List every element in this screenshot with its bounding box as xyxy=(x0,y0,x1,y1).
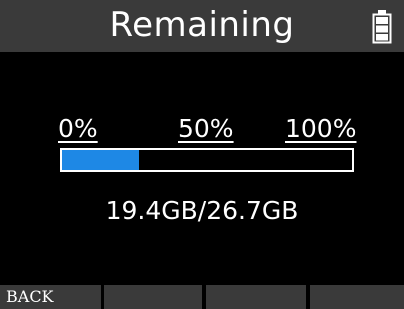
storage-progress-fill xyxy=(62,150,140,170)
scale-label-100: 100% xyxy=(285,114,357,143)
softkey-4[interactable] xyxy=(310,285,404,309)
softkey-2[interactable] xyxy=(104,285,202,309)
progress-scale: 0% 50% 100% xyxy=(56,114,356,146)
page-title: Remaining xyxy=(109,5,295,45)
softkey-3[interactable] xyxy=(206,285,306,309)
storage-usage-text: 19.4GB/26.7GB xyxy=(105,196,299,225)
remaining-screen: Remaining 0% 50% 100% 19.4GB/26.7GB BACK xyxy=(0,0,404,309)
storage-progress-bar xyxy=(60,148,354,172)
battery-full-icon xyxy=(372,10,392,44)
scale-label-0: 0% xyxy=(58,114,98,143)
scale-label-50: 50% xyxy=(178,114,234,143)
back-button[interactable]: BACK xyxy=(0,285,101,309)
title-bar: Remaining xyxy=(0,0,404,52)
softkey-bar: BACK xyxy=(0,285,404,309)
